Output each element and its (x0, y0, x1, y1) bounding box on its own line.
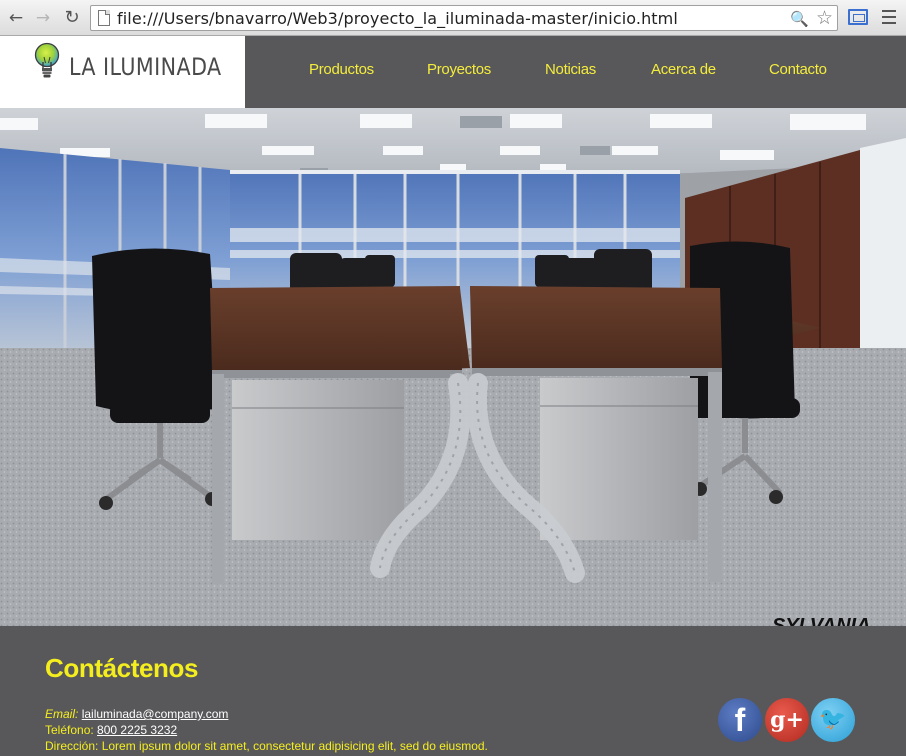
contact-email-line: Email: lailuminada@company.com (45, 707, 228, 721)
contact-footer: Contáctenos Email: lailuminada@company.c… (0, 626, 906, 756)
nav-link-proyectos[interactable]: Proyectos (427, 61, 491, 78)
facebook-icon[interactable]: f (718, 698, 762, 742)
logo-text: LA ILUMINADA (69, 53, 222, 81)
url-text[interactable]: file:///Users/bnavarro/Web3/proyecto_la_… (117, 9, 678, 28)
contact-address-line: Dirección: Lorem ipsum dolor sit amet, c… (45, 739, 488, 753)
forward-arrow-icon[interactable]: → (33, 8, 53, 28)
address-value: Lorem ipsum dolor sit amet, consectetur … (101, 739, 488, 753)
nav-link-noticias[interactable]: Noticias (545, 61, 596, 78)
nav-link-contacto[interactable]: Contacto (769, 61, 827, 78)
twitter-icon[interactable]: 🐦 (811, 698, 855, 742)
hero-watermark: SYLVANIA (772, 615, 871, 626)
nav-link-acerca-de[interactable]: Acerca de (651, 61, 716, 78)
email-label: Email: (45, 707, 79, 721)
address-bar[interactable]: file:///Users/bnavarro/Web3/proyecto_la_… (90, 5, 838, 31)
logo[interactable]: LA ILUMINADA (0, 36, 245, 108)
nav-link-productos[interactable]: Productos (309, 61, 374, 78)
star-icon[interactable]: ☆ (816, 7, 833, 29)
page-icon (98, 10, 110, 26)
cast-icon[interactable] (848, 9, 868, 25)
contact-phone-line: Teléfono: 800 2225 3232 (45, 723, 177, 737)
lightbulb-icon (34, 42, 60, 78)
browser-toolbar: ← → ↻ file:///Users/bnavarro/Web3/proyec… (0, 0, 906, 36)
reload-icon[interactable]: ↻ (62, 8, 82, 28)
menu-icon[interactable] (882, 10, 896, 24)
address-label: Dirección: (45, 739, 99, 753)
contact-title: Contáctenos (45, 653, 199, 683)
zoom-icon[interactable]: 🔍 (790, 10, 809, 28)
site-header: LA ILUMINADA Productos Proyectos Noticia… (0, 36, 906, 108)
phone-label: Teléfono: (45, 723, 94, 737)
phone-link[interactable]: 800 2225 3232 (97, 723, 177, 737)
hero-office-image: SYLVANIA (0, 108, 906, 626)
back-arrow-icon[interactable]: ← (6, 8, 26, 28)
google-plus-icon[interactable]: g+ (765, 698, 809, 742)
email-link[interactable]: lailuminada@company.com (82, 707, 229, 721)
